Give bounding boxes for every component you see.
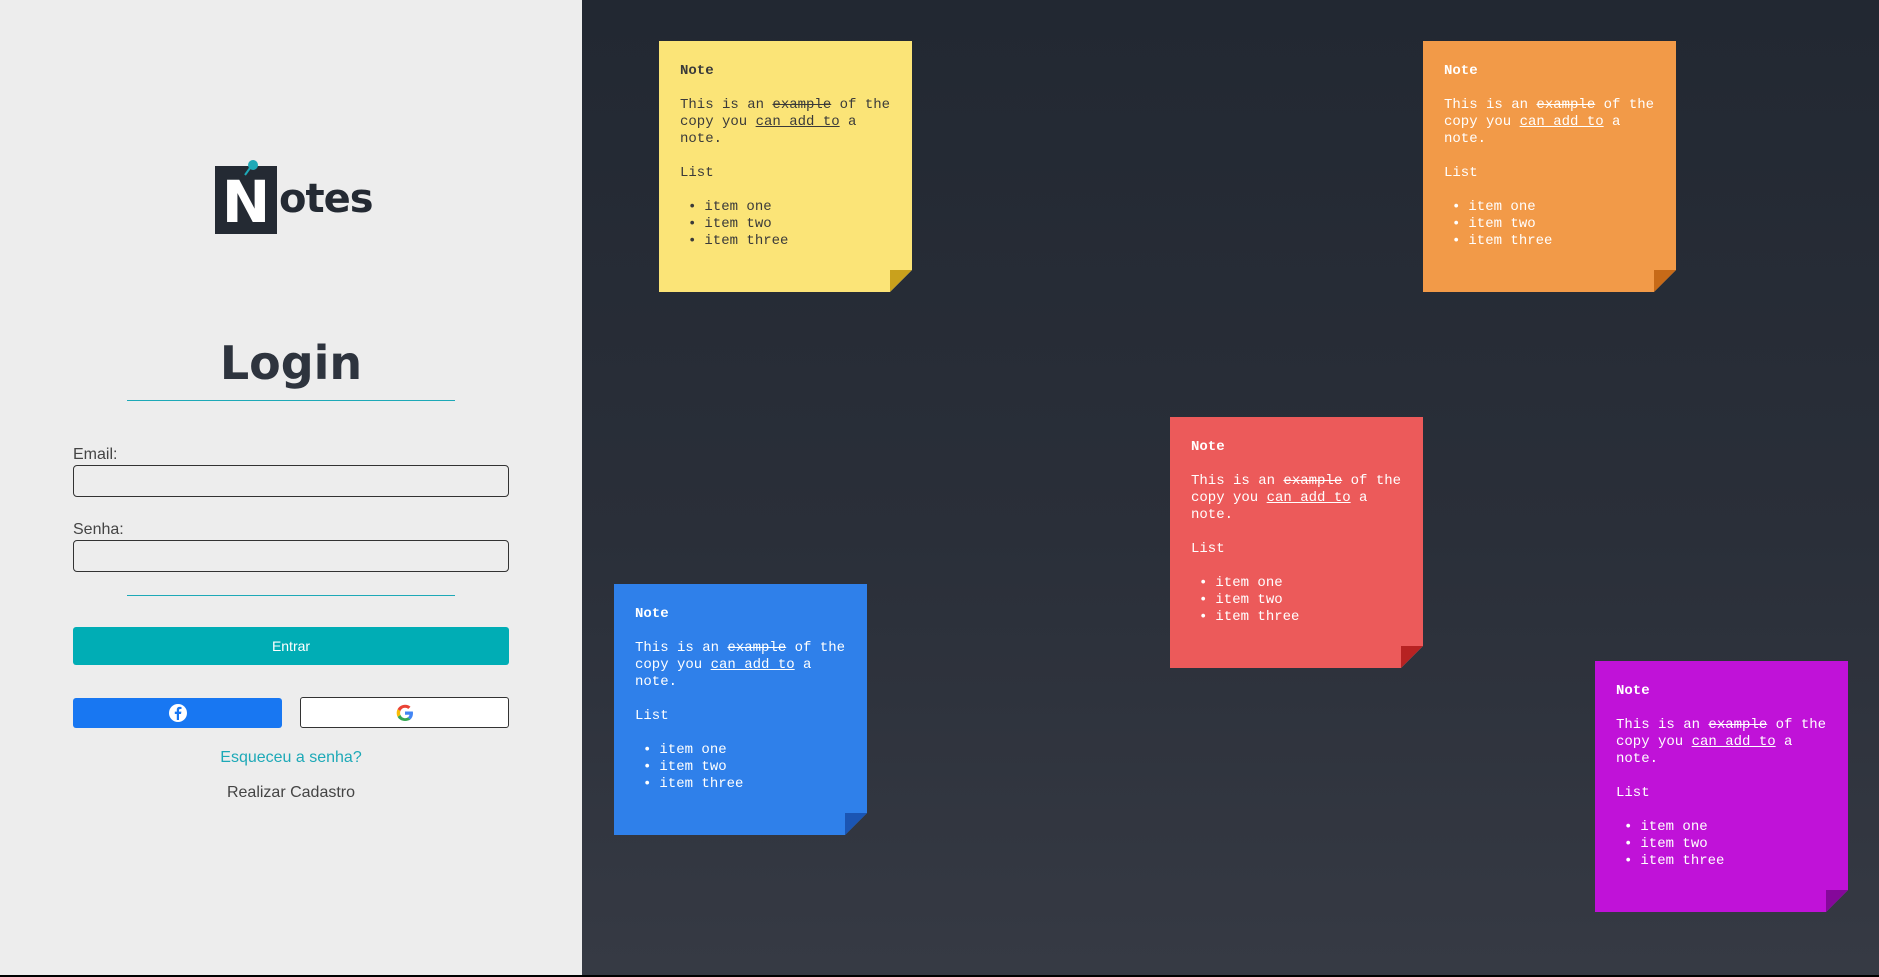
list-item: item two: [1452, 216, 1655, 233]
facebook-icon: [168, 704, 187, 722]
note-list: item one item two item three: [635, 742, 846, 793]
note-list: item one item two item three: [680, 199, 891, 250]
note-body: This is an example of the copy you can a…: [680, 97, 891, 147]
list-item: item three: [1624, 853, 1827, 870]
list-item: item three: [1199, 609, 1402, 626]
note-title: Note: [1444, 63, 1478, 79]
form-divider: [127, 595, 455, 596]
sticky-note-yellow[interactable]: Note This is an example of the copy you …: [659, 41, 912, 292]
note-title: Note: [635, 606, 669, 622]
note-title: Note: [680, 63, 714, 79]
note-list: item one item two item three: [1444, 199, 1655, 250]
list-item: item one: [688, 199, 891, 216]
facebook-login-button[interactable]: [73, 698, 282, 728]
list-item: item two: [1199, 592, 1402, 609]
note-title: Note: [1616, 683, 1650, 699]
page-curl: [1654, 270, 1676, 292]
list-item: item three: [643, 776, 846, 793]
password-label: Senha:: [73, 521, 124, 538]
list-item: item two: [643, 759, 846, 776]
list-item: item one: [1452, 199, 1655, 216]
login-button[interactable]: Entrar: [73, 627, 509, 665]
register-link[interactable]: Realizar Cadastro: [73, 784, 509, 802]
title-underline: [127, 400, 455, 401]
page-curl: [890, 270, 912, 292]
google-icon: [396, 704, 413, 721]
sticky-note-blue[interactable]: Note This is an example of the copy you …: [614, 584, 867, 835]
note-list: item one item two item three: [1191, 575, 1402, 626]
email-label: Email:: [73, 446, 118, 463]
logo-wordmark: otes: [279, 176, 374, 222]
forgot-password-link[interactable]: Esqueceu a senha?: [73, 749, 509, 767]
list-item: item three: [688, 233, 891, 250]
sticky-note-red[interactable]: Note This is an example of the copy you …: [1170, 417, 1423, 668]
list-item: item one: [643, 742, 846, 759]
page-title: Login: [219, 336, 363, 390]
note-title: Note: [1191, 439, 1225, 455]
note-body: This is an example of the copy you can a…: [1616, 717, 1827, 767]
google-login-button[interactable]: [300, 697, 509, 728]
list-item: item one: [1624, 819, 1827, 836]
pushpin-icon: [244, 160, 258, 176]
sticky-note-orange[interactable]: Note This is an example of the copy you …: [1423, 41, 1676, 292]
note-list-title: List: [1444, 165, 1478, 181]
note-body: This is an example of the copy you can a…: [1444, 97, 1655, 147]
list-item: item three: [1452, 233, 1655, 250]
login-panel: N otes Login Email: Senha: Entrar Esquec…: [0, 0, 582, 975]
note-list-title: List: [680, 165, 714, 181]
note-body: This is an example of the copy you can a…: [635, 640, 846, 690]
list-item: item two: [688, 216, 891, 233]
note-list-title: List: [1616, 785, 1650, 801]
page-curl: [845, 813, 867, 835]
note-list-title: List: [635, 708, 669, 724]
list-item: item one: [1199, 575, 1402, 592]
email-field[interactable]: [73, 465, 509, 497]
sticky-note-purple[interactable]: Note This is an example of the copy you …: [1595, 661, 1848, 912]
password-field[interactable]: [73, 540, 509, 572]
page-curl: [1401, 646, 1423, 668]
list-item: item two: [1624, 836, 1827, 853]
note-list-title: List: [1191, 541, 1225, 557]
notes-board: Note This is an example of the copy you …: [582, 0, 1879, 975]
note-body: This is an example of the copy you can a…: [1191, 473, 1402, 523]
note-list: item one item two item three: [1616, 819, 1827, 870]
notes-logo: N otes: [215, 160, 374, 236]
page-curl: [1826, 890, 1848, 912]
